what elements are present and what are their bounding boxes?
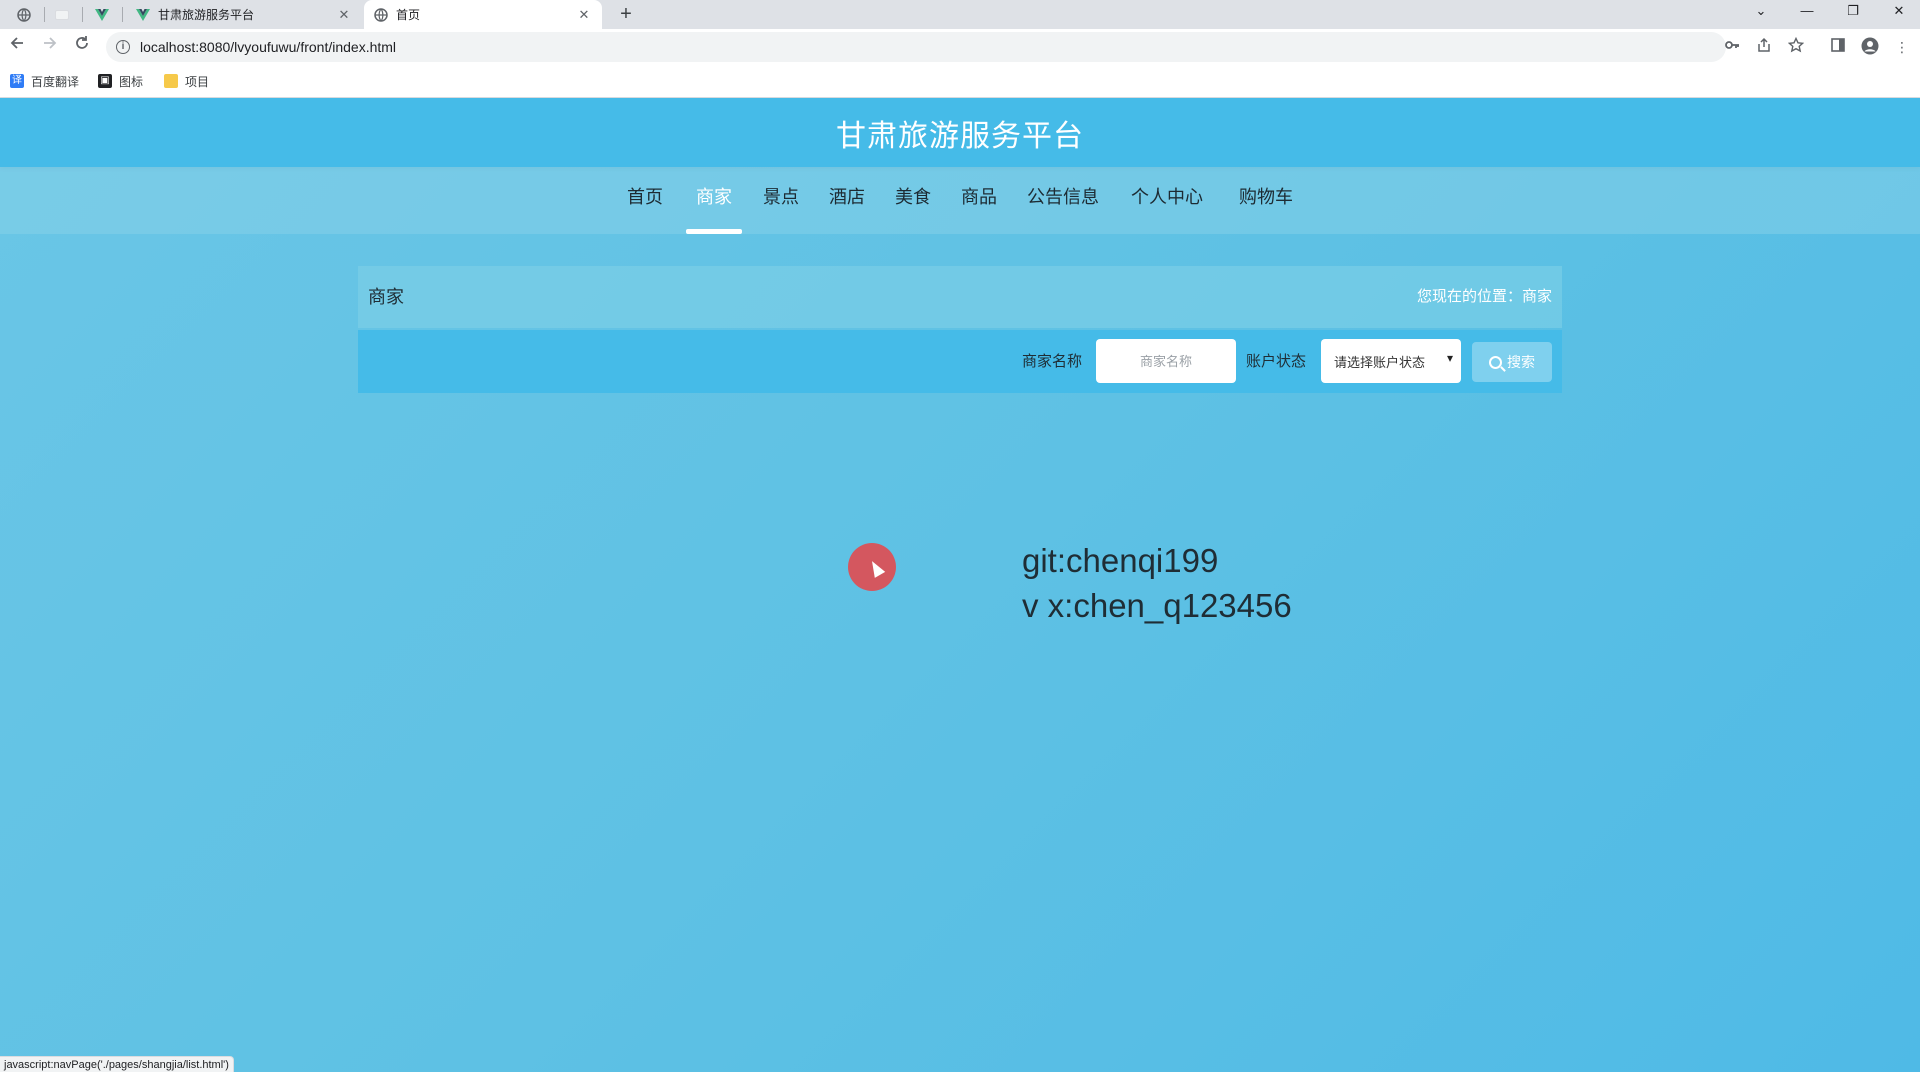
search-icon <box>1489 355 1502 369</box>
search-button[interactable]: 搜索 <box>1472 342 1552 382</box>
nav-label: 商家 <box>696 187 732 207</box>
bookmarks-bar: 译 百度翻译 ▣ 图标 项目 <box>0 65 1920 98</box>
search-panel: 商家名称 账户状态 请选择账户状态 ▾ 搜索 <box>358 330 1562 393</box>
nav-item-hotel[interactable]: 酒店 <box>822 167 872 234</box>
watermark-line: git:chenqi199 <box>1022 542 1219 579</box>
info-icon[interactable]: i <box>116 40 130 54</box>
nav-item-cart[interactable]: 购物车 <box>1232 167 1300 234</box>
chevron-down-icon: ▾ <box>1446 351 1453 365</box>
bookmark-item[interactable]: 译 百度翻译 <box>10 72 79 90</box>
bookmark-label: 项目 <box>185 74 210 89</box>
active-underline <box>686 229 742 234</box>
close-window-button[interactable]: ✕ <box>1876 0 1920 22</box>
close-icon[interactable]: ✕ <box>336 7 352 23</box>
back-button[interactable] <box>5 35 29 59</box>
site-title: 甘肃旅游服务平台 <box>836 119 1084 153</box>
tab-platform[interactable]: 甘肃旅游服务平台 ✕ <box>126 0 362 29</box>
account-status-select[interactable]: 请选择账户状态 ▾ <box>1321 339 1461 383</box>
arrow-right-icon <box>44 37 57 49</box>
side-panel-icon[interactable] <box>1828 37 1848 57</box>
nav-item-goods[interactable]: 商品 <box>954 167 1004 234</box>
site-header: 甘肃旅游服务平台 <box>0 98 1920 167</box>
watermark-text: git:chenqi199 v x:chen_q123456 <box>1022 538 1292 628</box>
nav-item-home[interactable]: 首页 <box>620 167 670 234</box>
status-bar: javascript:navPage('./pages/shangjia/lis… <box>0 1056 234 1072</box>
tab-strip: 甘肃旅游服务平台 ✕ 首页 ✕ + ⌄ — ❐ ✕ <box>0 0 1920 29</box>
arrow-left-icon <box>10 37 23 49</box>
tab-separator <box>44 7 45 22</box>
translate-icon: 译 <box>10 74 24 88</box>
location-text: 您现在的位置：商家 <box>1416 288 1552 305</box>
tab-separator <box>82 7 83 22</box>
star-icon[interactable] <box>1786 36 1806 57</box>
globe-tab[interactable] <box>10 0 38 29</box>
tab-search-icon[interactable]: ⌄ <box>1738 0 1784 22</box>
forward-button[interactable] <box>38 35 62 59</box>
nav-label: 美食 <box>895 187 931 207</box>
minimize-button[interactable]: — <box>1784 0 1830 22</box>
nav-item-notice[interactable]: 公告信息 <box>1022 167 1104 234</box>
search-button-label: 搜索 <box>1507 354 1535 370</box>
browser-toolbar: i localhost:8080/lvyoufuwu/front/index.h… <box>0 29 1920 65</box>
merchant-name-input[interactable] <box>1096 339 1236 383</box>
bookmark-item[interactable]: ▣ 图标 <box>98 72 143 90</box>
nav-item-merchant[interactable]: 商家 <box>686 167 742 234</box>
folder-icon <box>164 74 178 88</box>
blank-tab[interactable] <box>48 0 76 29</box>
web-page: 甘肃旅游服务平台 首页 商家 景点 酒店 美食 商品 公告信息 个人中心 购物车… <box>0 98 1920 1072</box>
nav-label: 商品 <box>961 187 997 207</box>
address-bar[interactable]: i localhost:8080/lvyoufuwu/front/index.h… <box>106 32 1726 62</box>
key-icon[interactable] <box>1722 37 1742 57</box>
nav-item-profile[interactable]: 个人中心 <box>1126 167 1208 234</box>
account-status-label: 账户状态 <box>1246 353 1307 370</box>
nav-label: 酒店 <box>829 187 865 207</box>
bookmark-label: 百度翻译 <box>31 74 80 89</box>
profile-icon[interactable] <box>1860 37 1880 57</box>
breadcrumb: 商家 您现在的位置：商家 <box>358 266 1562 328</box>
nav-label: 公告信息 <box>1027 187 1099 207</box>
bookmark-item[interactable]: 项目 <box>164 72 209 90</box>
share-icon[interactable] <box>1754 37 1774 57</box>
tab-title: 首页 <box>396 8 421 22</box>
watermark-line: v x:chen_q123456 <box>1022 587 1292 624</box>
merchant-name-label: 商家名称 <box>1022 353 1083 370</box>
tab-separator <box>122 7 123 22</box>
vue-tab[interactable] <box>88 0 116 29</box>
main-nav: 首页 商家 景点 酒店 美食 商品 公告信息 个人中心 购物车 <box>0 167 1920 234</box>
new-tab-button[interactable]: + <box>613 1 639 27</box>
vue-icon <box>95 8 109 21</box>
bookmark-label: 图标 <box>119 74 144 89</box>
tab-home[interactable]: 首页 ✕ <box>364 0 602 29</box>
url-text: localhost:8080/lvyoufuwu/front/index.htm… <box>140 39 397 55</box>
nav-label: 个人中心 <box>1131 187 1203 207</box>
image-icon: ▣ <box>98 74 112 88</box>
globe-icon <box>17 7 31 22</box>
reload-icon <box>76 36 88 49</box>
page-title: 商家 <box>368 287 404 307</box>
select-value: 请选择账户状态 <box>1334 354 1426 370</box>
reload-button[interactable] <box>70 35 94 59</box>
nav-item-food[interactable]: 美食 <box>888 167 938 234</box>
close-icon[interactable]: ✕ <box>576 7 592 23</box>
menu-icon[interactable]: ⋮ <box>1892 37 1912 57</box>
tab-title: 甘肃旅游服务平台 <box>158 8 255 22</box>
nav-label: 首页 <box>627 187 663 207</box>
nav-label: 购物车 <box>1239 187 1293 207</box>
vue-icon <box>136 8 150 21</box>
page-icon <box>55 9 69 20</box>
globe-icon <box>374 7 388 22</box>
restore-button[interactable]: ❐ <box>1830 0 1876 22</box>
nav-item-scenic[interactable]: 景点 <box>756 167 806 234</box>
nav-label: 景点 <box>763 187 799 207</box>
